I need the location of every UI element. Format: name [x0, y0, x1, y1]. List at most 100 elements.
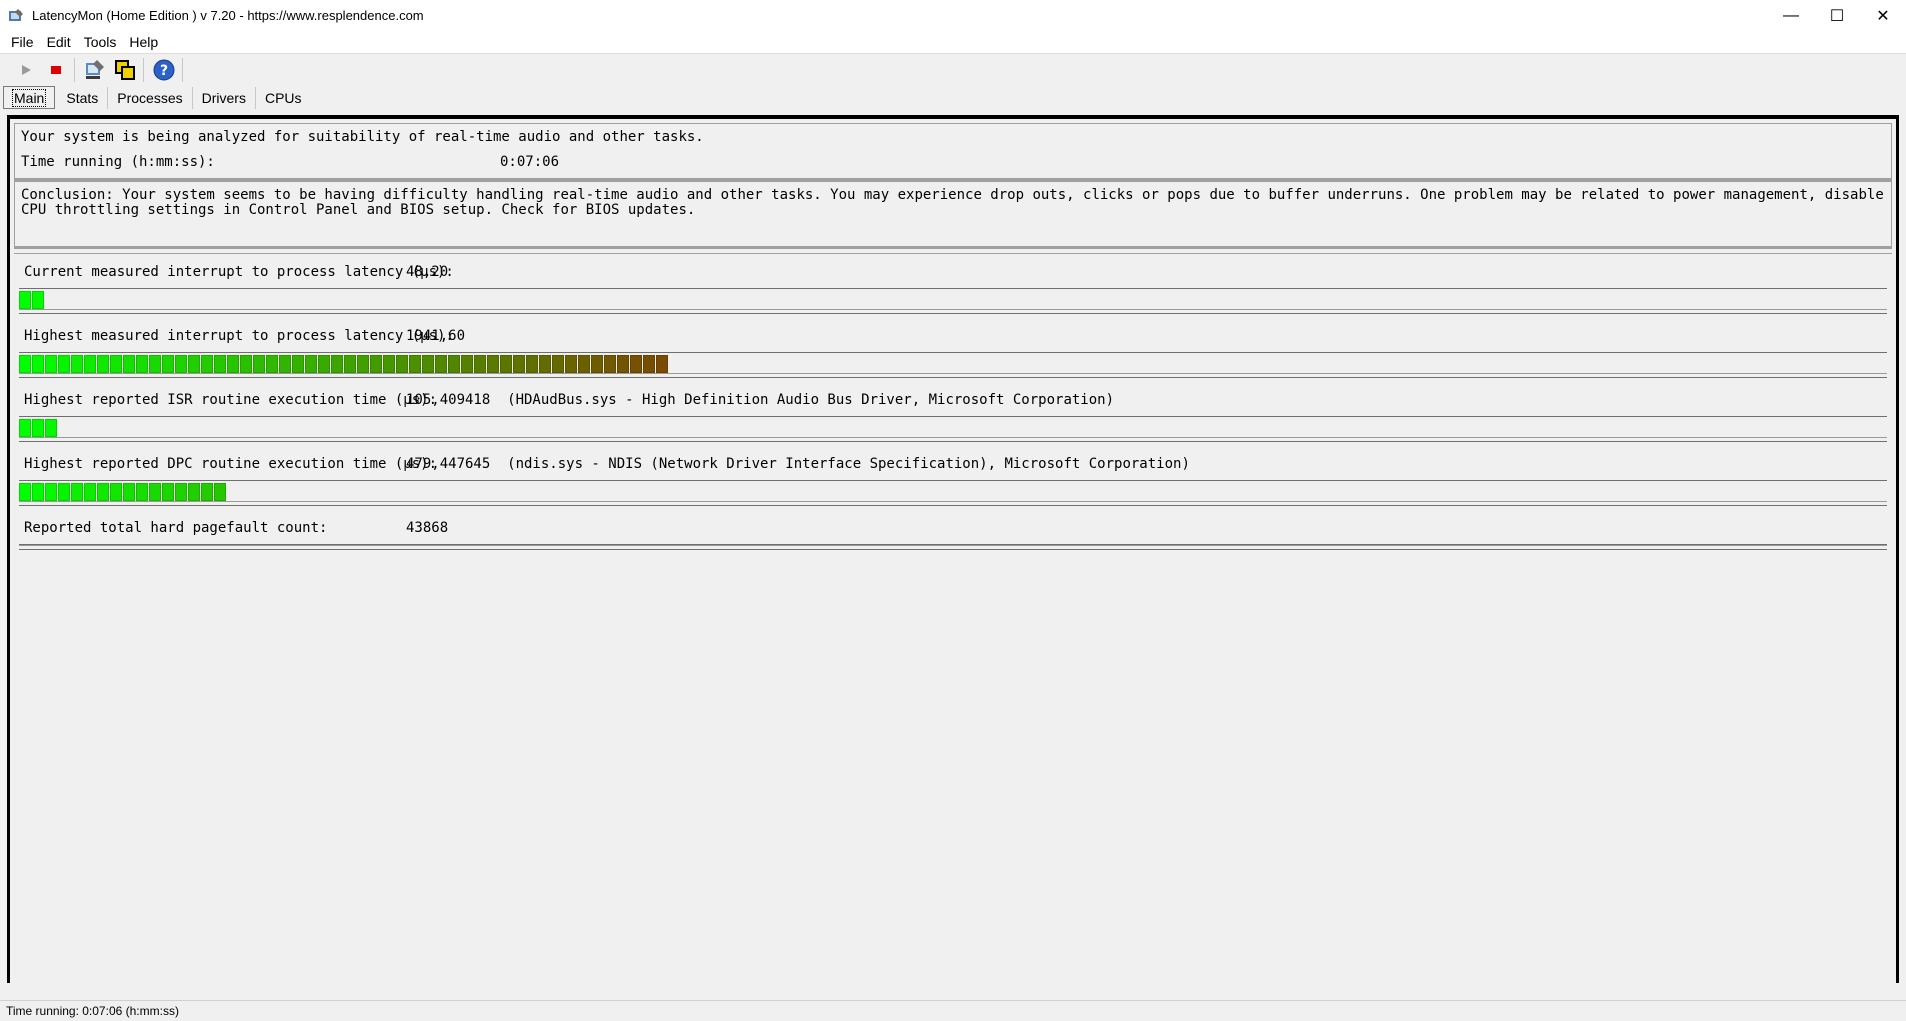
play-icon [22, 65, 31, 75]
help-button[interactable]: ? [150, 56, 178, 84]
tab-stats[interactable]: Stats [57, 87, 109, 109]
bar-segment [84, 355, 96, 373]
metric-label: Highest reported DPC routine execution t… [24, 456, 438, 472]
bar-segment [110, 355, 122, 373]
tab-strip: Main Stats Processes Drivers CPUs [3, 85, 311, 109]
bar-segment [58, 483, 70, 501]
metric-highest-dpc: Highest reported DPC routine execution t… [14, 446, 1892, 510]
tab-processes[interactable]: Processes [108, 87, 193, 109]
bar-segment [409, 355, 421, 373]
status-text: Time running: 0:07:06 (h:mm:ss) [6, 1004, 179, 1018]
analyze-button[interactable] [81, 56, 109, 84]
bar-segment [32, 291, 44, 309]
tab-drivers-label: Drivers [201, 90, 246, 106]
menu-help[interactable]: Help [124, 34, 163, 50]
metric-highest-latency: Highest measured interrupt to process la… [14, 318, 1892, 382]
maximize-icon: ☐ [1829, 7, 1845, 25]
analysis-status-text: Your system is being analyzed for suitab… [21, 129, 704, 145]
tab-stats-label: Stats [66, 90, 99, 106]
pagefault-divider [19, 544, 1887, 550]
time-running-value: 0:07:06 [500, 154, 560, 170]
bar-segment [422, 355, 434, 373]
bar-fill [19, 483, 227, 501]
tab-main[interactable]: Main [3, 86, 56, 109]
bar-segment [513, 355, 525, 373]
bar-segment [45, 483, 57, 501]
metrics-list: Current measured interrupt to process la… [14, 253, 1892, 984]
bar-segment [643, 355, 655, 373]
menu-tools[interactable]: Tools [79, 34, 122, 50]
bar-segment [214, 355, 226, 373]
bar-segment [565, 355, 577, 373]
bar-segment [305, 355, 317, 373]
analyze-icon [86, 60, 104, 79]
bar-segment [552, 355, 564, 373]
bar-segment [162, 483, 174, 501]
status-bar: Time running: 0:07:06 (h:mm:ss) [0, 1000, 1906, 1021]
metric-current-latency: Current measured interrupt to process la… [14, 254, 1892, 318]
tab-drivers[interactable]: Drivers [193, 87, 256, 109]
bar-segment [461, 355, 473, 373]
svg-text:?: ? [160, 63, 168, 79]
tab-main-label: Main [11, 88, 47, 107]
bar-segment [110, 483, 122, 501]
bar-segment [32, 483, 44, 501]
bar-segment [344, 355, 356, 373]
bar-segment [149, 355, 161, 373]
toolbar-separator [74, 58, 75, 82]
bar-segment [45, 355, 57, 373]
bar-segment [448, 355, 460, 373]
bar-segment [19, 419, 31, 437]
metric-highest-isr: Highest reported ISR routine execution t… [14, 382, 1892, 446]
help-icon: ? [153, 59, 175, 81]
windows-icon [115, 60, 135, 80]
start-button[interactable] [12, 56, 40, 84]
tab-cpus-label: CPUs [264, 90, 302, 106]
bar-segment [240, 355, 252, 373]
bar-segment [136, 483, 148, 501]
bar-segment [175, 355, 187, 373]
menu-edit[interactable]: Edit [42, 34, 76, 50]
bar-segment [357, 355, 369, 373]
bar-segment [19, 291, 31, 309]
analysis-summary: Your system is being analyzed for suitab… [14, 123, 1892, 181]
bar-segment [19, 355, 31, 373]
metric-value: 43868 [406, 520, 449, 536]
bar-segment [435, 355, 447, 373]
bar-segment [370, 355, 382, 373]
bar-segment [383, 355, 395, 373]
menu-file[interactable]: File [6, 34, 39, 50]
stop-button[interactable] [42, 56, 70, 84]
bar-segment [214, 483, 226, 501]
metric-value: 48,20 [406, 264, 449, 280]
bar-segment [500, 355, 512, 373]
bar-segment [97, 483, 109, 501]
tab-cpus[interactable]: CPUs [256, 87, 311, 109]
latency-bar [19, 288, 1887, 314]
metric-pagefault-count: Reported total hard pagefault count: 438… [14, 510, 1892, 574]
conclusion-text: Conclusion: Your system seems to be havi… [14, 181, 1892, 249]
bar-segment [266, 355, 278, 373]
bar-segment [526, 355, 538, 373]
bar-segment [123, 483, 135, 501]
close-button[interactable]: ✕ [1860, 0, 1906, 31]
metric-label: Current measured interrupt to process la… [24, 264, 454, 280]
tab-processes-label: Processes [117, 90, 183, 106]
metric-label: Reported total hard pagefault count: [24, 520, 328, 536]
bar-segment [45, 419, 57, 437]
minimize-button[interactable]: — [1768, 0, 1814, 31]
maximize-button[interactable]: ☐ [1814, 0, 1860, 31]
metric-value: 105,409418 (HDAudBus.sys - High Definiti… [406, 392, 1115, 408]
bar-segment [539, 355, 551, 373]
bar-segment [227, 355, 239, 373]
bar-segment [188, 355, 200, 373]
window-controls: — ☐ ✕ [1768, 0, 1906, 31]
bar-segment [201, 355, 213, 373]
bar-segment [71, 483, 83, 501]
toolbar-separator [143, 58, 144, 82]
bar-segment [474, 355, 486, 373]
bar-fill [19, 355, 669, 373]
metric-label: Highest reported ISR routine execution t… [24, 392, 438, 408]
windows-button[interactable] [111, 56, 139, 84]
dpc-bar [19, 480, 1887, 506]
